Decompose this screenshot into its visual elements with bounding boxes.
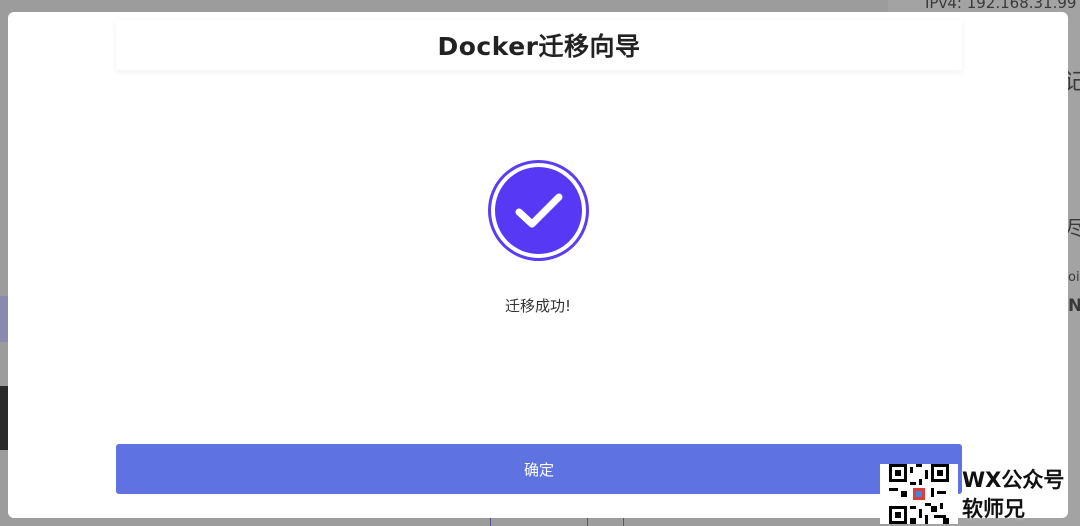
confirm-button[interactable]: 确定 [116, 444, 962, 494]
watermark-line-1: WX公众号 [962, 468, 1065, 492]
checkmark-icon [515, 193, 562, 227]
watermark: WX公众号 软师兄 [880, 464, 1080, 526]
success-message: 迁移成功! [504, 297, 571, 315]
background-side-text: 尽 [1066, 216, 1080, 240]
checkmark-circle-icon [488, 160, 589, 261]
dialog-header: Docker迁移向导 [116, 20, 962, 70]
background-ipv4-text: IPv4: 192.168.31.99 [925, 0, 1077, 12]
qr-code-icon [880, 464, 958, 524]
migration-wizard-dialog: Docker迁移向导 迁移成功! 确定 [8, 12, 1068, 518]
background-side-text: N [1068, 296, 1080, 316]
dialog-title: Docker迁移向导 [437, 32, 641, 61]
watermark-line-2: 软师兄 [962, 497, 1025, 521]
background-side-text: oit [1068, 270, 1080, 285]
